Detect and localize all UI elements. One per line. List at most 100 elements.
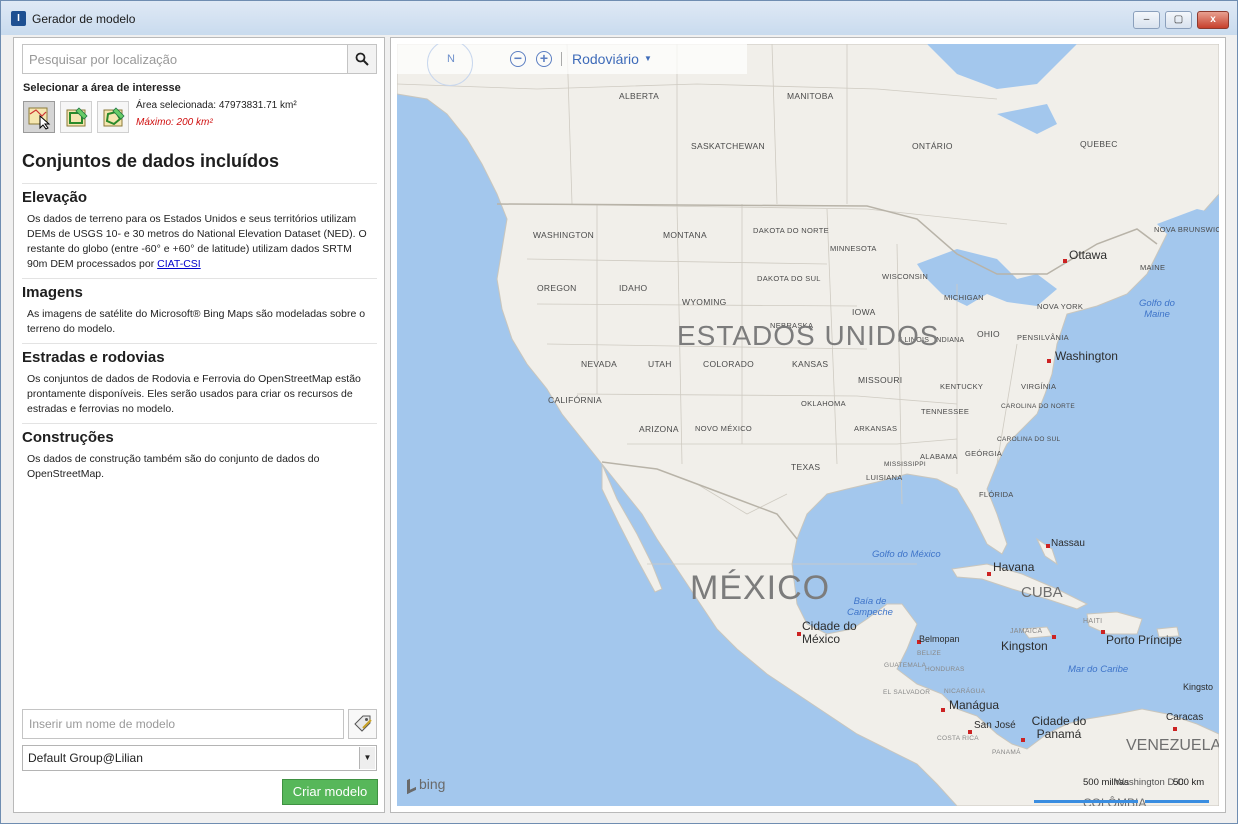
city-label: Cidade do México — [802, 619, 857, 646]
close-button[interactable]: x — [1197, 11, 1229, 29]
map-label: OKLAHOMA — [801, 399, 846, 408]
map-label: SASKATCHEWAN — [691, 141, 765, 151]
datasets-title: Conjuntos de dados incluídos — [22, 151, 280, 171]
water-label: Baía de Campeche — [847, 596, 893, 618]
map-label: NOVA BRUNSWICK — [1154, 225, 1219, 234]
city-label: Washington — [1055, 349, 1118, 363]
app-icon: I — [11, 11, 26, 26]
map-label: TENNESSEE — [921, 407, 970, 416]
country-label: BELIZE — [917, 650, 942, 657]
map-label: VIRGÍNIA — [1021, 382, 1057, 391]
country-label: HONDURAS — [925, 666, 965, 673]
elevation-text: Os dados de terreno para os Estados Unid… — [27, 212, 373, 272]
city-label: Manágua — [949, 698, 1000, 712]
country-label: HAITI — [1083, 618, 1103, 625]
city-marker — [941, 708, 945, 712]
chevron-down-icon[interactable]: ▼ — [644, 54, 652, 63]
draw-polygon-tool-button[interactable] — [97, 101, 129, 133]
search-icon — [355, 52, 369, 66]
map-label: OREGON — [537, 283, 577, 293]
scale-label-km: 500 km — [1173, 777, 1205, 788]
map-label: ARIZONA — [639, 424, 679, 434]
map-label: IOWA — [852, 307, 876, 317]
roads-title: Estradas e rodovias — [22, 349, 165, 366]
city-label: Kingston — [1001, 639, 1048, 653]
draw-rectangle-tool-icon — [66, 107, 88, 127]
city-marker — [987, 572, 991, 576]
map-label: NEVADA — [581, 359, 618, 369]
compass-north-icon[interactable]: N — [429, 44, 473, 74]
city-marker — [1046, 544, 1050, 548]
left-panel: Pesquisar por localização Selecionar a á… — [13, 37, 385, 813]
minimize-button[interactable]: – — [1133, 11, 1160, 29]
zoom-in-icon[interactable]: + — [536, 51, 552, 67]
map-label: NOVA YORK — [1037, 302, 1084, 311]
chevron-down-icon[interactable]: ▼ — [359, 747, 375, 769]
city-label: Kingsto — [1183, 682, 1214, 692]
city-marker — [797, 632, 801, 636]
map-label: WISCONSIN — [882, 272, 929, 281]
country-label: NICARÁGUA — [944, 688, 986, 695]
country-label: JAMAICA — [1010, 628, 1043, 635]
toolbar-separator — [561, 52, 562, 66]
app-window: I Gerador de modelo – ▢ x Pesquisar por … — [0, 0, 1238, 824]
elevation-title: Elevação — [22, 189, 88, 206]
map-label: UTAH — [648, 359, 672, 369]
map-toolbar: N − + Rodoviário ▼ — [397, 44, 747, 86]
scale-bar-miles — [1034, 800, 1138, 803]
maximize-button[interactable]: ▢ — [1165, 11, 1192, 29]
city-marker — [1173, 727, 1177, 731]
bing-text: bing — [419, 776, 446, 792]
city-marker — [1101, 630, 1105, 634]
city-label: Cidade do Panamá — [1031, 714, 1087, 741]
map-label: COLORADO — [703, 359, 755, 369]
country-label: GUATEMALA — [884, 662, 927, 669]
city-label: Nassau — [1051, 538, 1085, 549]
map-label: MISSOURI — [858, 375, 903, 385]
divider — [22, 183, 377, 184]
city-label: Havana — [993, 560, 1035, 574]
map-label: LUISIANA — [866, 473, 903, 482]
imagery-title: Imagens — [22, 284, 83, 301]
water-label: Mar do Caribe — [1068, 664, 1129, 675]
bing-icon — [407, 776, 416, 795]
map-type-dropdown[interactable]: Rodoviário — [572, 51, 639, 67]
draw-polygon-tool-icon — [103, 107, 125, 127]
map-label: CAROLINA DO SUL — [997, 436, 1061, 443]
group-select[interactable]: Default Group@Lilian ▼ — [22, 745, 377, 771]
map-label: KENTUCKY — [940, 382, 984, 391]
country-label: PANAMÁ — [992, 749, 1021, 756]
ciat-csi-link[interactable]: CIAT-CSI — [157, 258, 201, 270]
city-marker — [1052, 635, 1056, 639]
map-label: WYOMING — [682, 297, 727, 307]
map-label: IDAHO — [619, 283, 648, 293]
select-area-tool-button[interactable] — [23, 101, 55, 133]
map-label: ONTÁRIO — [912, 141, 953, 151]
zoom-out-icon[interactable]: − — [510, 51, 526, 67]
roads-text: Os conjuntos de dados de Rodovia e Ferro… — [27, 373, 361, 415]
city-marker — [1047, 359, 1051, 363]
scale-bar-km — [1145, 800, 1209, 803]
draw-rectangle-tool-button[interactable] — [60, 101, 92, 133]
select-area-tool-icon — [28, 107, 51, 130]
map-label: ARKANSAS — [854, 424, 898, 433]
city-marker — [1021, 738, 1025, 742]
city-label: Ottawa — [1069, 248, 1108, 262]
map-label: DAKOTA DO NORTE — [753, 226, 829, 235]
model-tag-button[interactable] — [348, 709, 377, 739]
search-button[interactable] — [347, 44, 377, 74]
group-select-value: Default Group@Lilian — [28, 751, 143, 765]
map-view[interactable]: N − + Rodoviário ▼ ALBERTA MANITOBA SASK… — [397, 44, 1219, 806]
map-base-layer — [397, 44, 1219, 806]
model-name-input[interactable]: Inserir um nome de modelo — [22, 709, 344, 739]
divider — [22, 423, 377, 424]
divider — [22, 343, 377, 344]
selected-area-text: Área selecionada: 47973831.71 km² — [136, 100, 297, 111]
map-label: MAINE — [1140, 263, 1166, 272]
location-search-input[interactable]: Pesquisar por localização — [22, 44, 348, 74]
map-panel: N − + Rodoviário ▼ ALBERTA MANITOBA SASK… — [390, 37, 1226, 813]
create-model-button[interactable]: Criar modelo — [282, 779, 378, 805]
buildings-text: Os dados de construção também são do con… — [27, 453, 320, 480]
title-bar[interactable]: I Gerador de modelo – ▢ x — [1, 1, 1237, 35]
city-marker — [968, 730, 972, 734]
